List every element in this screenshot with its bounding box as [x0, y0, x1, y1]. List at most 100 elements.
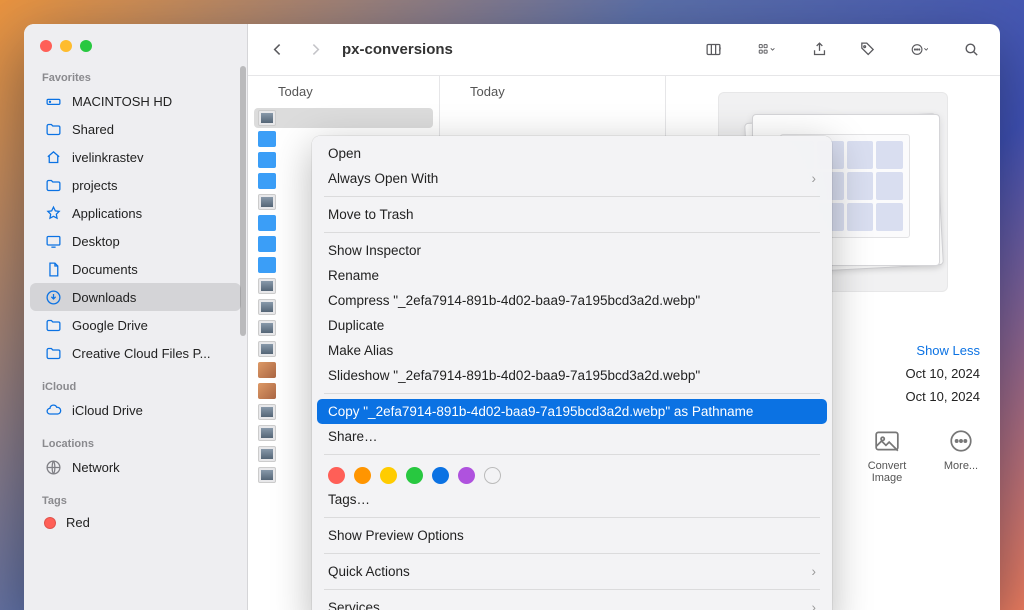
ctx-show-preview-options[interactable]: Show Preview Options: [312, 523, 832, 548]
ctx-duplicate[interactable]: Duplicate: [312, 313, 832, 338]
image-thumbnail-icon: [258, 446, 276, 462]
ctx-always-open-with[interactable]: Always Open With›: [312, 166, 832, 191]
qa-label: More...: [944, 460, 978, 472]
window-title: px-conversions: [342, 41, 453, 58]
view-mode-button[interactable]: [698, 36, 728, 64]
tag-none[interactable]: [484, 467, 501, 484]
close-button[interactable]: [40, 40, 52, 52]
sidebar-item-macintosh-hd[interactable]: MACINTOSH HD: [30, 87, 241, 115]
folder-icon: [258, 236, 276, 252]
ctx-show-inspector[interactable]: Show Inspector: [312, 238, 832, 263]
folder-icon: [44, 120, 62, 138]
tag-red[interactable]: [328, 467, 345, 484]
separator: [324, 454, 820, 455]
folder-icon: [44, 316, 62, 334]
group-button[interactable]: [746, 36, 786, 64]
ctx-open[interactable]: Open: [312, 141, 832, 166]
ctx-share[interactable]: Share…: [312, 424, 832, 449]
image-thumbnail-icon: [258, 383, 276, 399]
folder-icon: [258, 131, 276, 147]
context-menu: Open Always Open With› Move to Trash Sho…: [312, 136, 832, 610]
sidebar-item-label: MACINTOSH HD: [72, 94, 172, 109]
forward-button[interactable]: [300, 36, 330, 64]
tag-green[interactable]: [406, 467, 423, 484]
search-button[interactable]: [956, 36, 986, 64]
tag-yellow[interactable]: [380, 467, 397, 484]
ctx-rename[interactable]: Rename: [312, 263, 832, 288]
sidebar-item-label: Red: [66, 515, 90, 530]
minimize-button[interactable]: [60, 40, 72, 52]
image-thumbnail-icon: [258, 194, 276, 210]
sidebar-item-icloud-drive[interactable]: iCloud Drive: [30, 396, 241, 424]
sidebar-item-network[interactable]: Network: [30, 453, 241, 481]
sidebar-item-label: Network: [72, 460, 120, 475]
ctx-slideshow[interactable]: Slideshow "_2efa7914-891b-4d02-baa9-7a19…: [312, 363, 832, 388]
separator: [324, 232, 820, 233]
applications-icon: [44, 204, 62, 222]
more-action[interactable]: More...: [942, 426, 980, 484]
file-item[interactable]: [254, 108, 433, 128]
image-thumbnail-icon: [258, 341, 276, 357]
separator: [324, 517, 820, 518]
download-icon: [44, 288, 62, 306]
sidebar-scrollbar[interactable]: [240, 66, 246, 336]
action-button[interactable]: [900, 36, 938, 64]
ctx-move-to-trash[interactable]: Move to Trash: [312, 202, 832, 227]
sidebar-item-home[interactable]: ivelinkrastev: [30, 143, 241, 171]
separator: [324, 393, 820, 394]
folder-icon: [258, 215, 276, 231]
folder-icon: [258, 257, 276, 273]
sidebar-item-tag-red[interactable]: Red: [30, 510, 241, 535]
image-thumbnail-icon: [258, 320, 276, 336]
desktop-icon: [44, 232, 62, 250]
separator: [324, 196, 820, 197]
sidebar-item-label: Google Drive: [72, 318, 148, 333]
sidebar-item-desktop[interactable]: Desktop: [30, 227, 241, 255]
folder-icon: [44, 344, 62, 362]
tag-palette: [312, 460, 832, 487]
sidebar-section-locations: Locations: [24, 432, 247, 453]
ctx-compress[interactable]: Compress "_2efa7914-891b-4d02-baa9-7a195…: [312, 288, 832, 313]
back-button[interactable]: [262, 36, 292, 64]
chevron-right-icon: ›: [812, 564, 817, 579]
tag-blue[interactable]: [432, 467, 449, 484]
tags-button[interactable]: [852, 36, 882, 64]
sidebar: Favorites MACINTOSH HD Shared ivelinkras…: [24, 24, 248, 610]
chevron-right-icon: ›: [812, 171, 817, 186]
share-button[interactable]: [804, 36, 834, 64]
sidebar-item-applications[interactable]: Applications: [30, 199, 241, 227]
quick-actions-bar: Convert Image More...: [862, 426, 980, 484]
ctx-make-alias[interactable]: Make Alias: [312, 338, 832, 363]
ctx-tags[interactable]: Tags…: [312, 487, 832, 512]
sidebar-item-projects[interactable]: projects: [30, 171, 241, 199]
ctx-services[interactable]: Services›: [312, 595, 832, 610]
sidebar-item-label: Desktop: [72, 234, 120, 249]
ctx-copy-pathname[interactable]: Copy "_2efa7914-891b-4d02-baa9-7a195bcd3…: [317, 399, 827, 424]
sidebar-item-shared[interactable]: Shared: [30, 115, 241, 143]
sidebar-item-downloads[interactable]: Downloads: [30, 283, 241, 311]
more-icon: [942, 426, 980, 456]
sidebar-item-label: projects: [72, 178, 118, 193]
image-thumbnail-icon: [258, 299, 276, 315]
document-icon: [44, 260, 62, 278]
convert-image-action[interactable]: Convert Image: [862, 426, 912, 484]
sidebar-item-creative-cloud[interactable]: Creative Cloud Files P...: [30, 339, 241, 367]
sidebar-item-google-drive[interactable]: Google Drive: [30, 311, 241, 339]
ctx-quick-actions[interactable]: Quick Actions›: [312, 559, 832, 584]
sidebar-item-label: ivelinkrastev: [72, 150, 144, 165]
image-thumbnail-icon: [258, 467, 276, 483]
tag-orange[interactable]: [354, 467, 371, 484]
zoom-button[interactable]: [80, 40, 92, 52]
sidebar-section-tags: Tags: [24, 489, 247, 510]
image-thumbnail-icon: [258, 110, 276, 126]
tag-purple[interactable]: [458, 467, 475, 484]
sidebar-item-documents[interactable]: Documents: [30, 255, 241, 283]
image-thumbnail-icon: [258, 404, 276, 420]
sidebar-item-label: Creative Cloud Files P...: [72, 346, 211, 361]
finder-window: Favorites MACINTOSH HD Shared ivelinkras…: [24, 24, 1000, 610]
folder-icon: [44, 176, 62, 194]
network-icon: [44, 458, 62, 476]
home-icon: [44, 148, 62, 166]
image-thumbnail-icon: [258, 362, 276, 378]
sidebar-item-label: Documents: [72, 262, 138, 277]
